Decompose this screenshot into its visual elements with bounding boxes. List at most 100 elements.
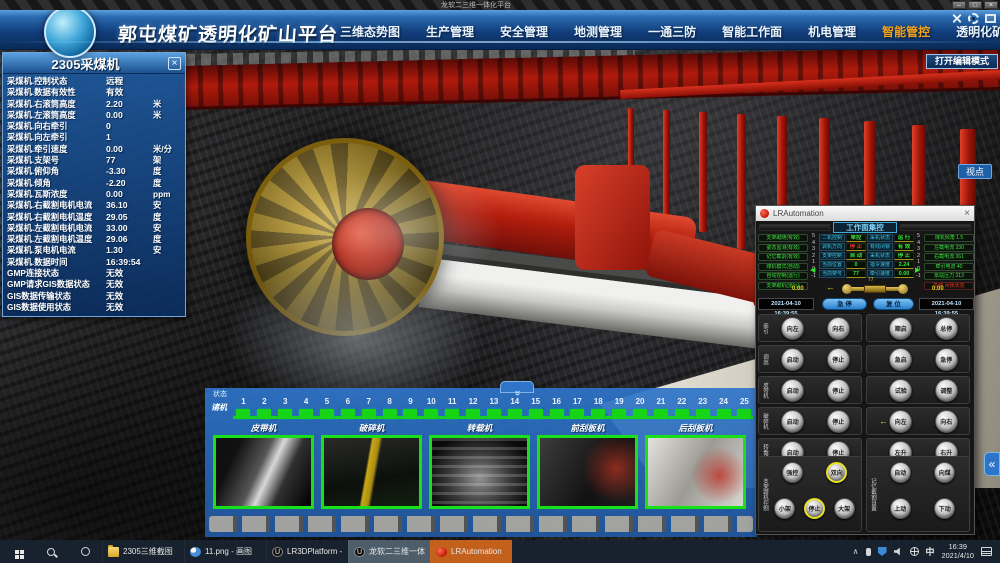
support-cell[interactable]: 12 xyxy=(463,397,484,419)
control-button[interactable]: 顺启 xyxy=(889,317,912,340)
menu-item[interactable]: 生产管理 xyxy=(426,23,474,40)
support-cell[interactable]: 24 xyxy=(713,397,734,419)
viewpoint-tag[interactable]: 视点 xyxy=(958,164,992,179)
tray-expand-icon[interactable]: ∧ xyxy=(853,547,859,556)
control-button[interactable]: 停止 xyxy=(827,348,850,371)
tab-rail xyxy=(759,224,830,231)
support-cell[interactable]: 20 xyxy=(630,397,651,419)
camera-thumbnail[interactable] xyxy=(321,435,422,509)
support-cell[interactable]: 17 xyxy=(567,397,588,419)
control-button[interactable]: 总停 xyxy=(935,317,958,340)
lrautomation-window: LRAutomation × 工作面集控 支架跟随(有效) 姿态监测(有效) 记… xyxy=(755,205,975,535)
control-button[interactable]: 调整 xyxy=(935,379,958,402)
support-cell[interactable]: 2 xyxy=(254,397,275,419)
support-cell[interactable]: 16 xyxy=(546,397,567,419)
support-cell[interactable]: 8 xyxy=(379,397,400,419)
control-button[interactable]: 大架 xyxy=(834,498,855,519)
open-edit-mode-button[interactable]: 打开编辑模式 xyxy=(926,54,998,69)
control-button[interactable]: 上动 xyxy=(890,498,911,519)
speaker-icon[interactable] xyxy=(894,548,903,556)
control-button[interactable]: 向左 xyxy=(889,410,912,433)
menu-item[interactable]: 透明化矿山 xyxy=(956,23,1000,40)
support-cell[interactable]: 22 xyxy=(671,397,692,419)
clock[interactable]: 16:39 2021/4/10 xyxy=(942,543,974,560)
support-cell[interactable]: 23 xyxy=(692,397,713,419)
notification-center-icon[interactable] xyxy=(981,547,992,556)
support-cell[interactable]: 10 xyxy=(421,397,442,419)
control-button[interactable]: 强控 xyxy=(782,462,803,483)
menu-item[interactable]: 一通三防 xyxy=(648,23,696,40)
lr-titlebar[interactable]: LRAutomation × xyxy=(756,206,974,221)
support-cell[interactable]: 21 xyxy=(651,397,672,419)
chevron-down-icon[interactable]: » xyxy=(500,381,534,393)
menu-item[interactable]: 安全管理 xyxy=(500,23,548,40)
control-button[interactable]: 启动 xyxy=(781,348,804,371)
taskbar-app-button[interactable]: 龙软二三维一体化... xyxy=(348,540,430,563)
tab-workface-control[interactable]: 工作面集控 xyxy=(833,222,897,233)
cortana-button[interactable] xyxy=(68,540,102,563)
camera-thumbnail[interactable] xyxy=(645,435,746,509)
control-button[interactable]: 向右 xyxy=(935,410,958,433)
camera-thumbnail[interactable] xyxy=(537,435,638,509)
menu-item[interactable]: 三维态势图 xyxy=(340,23,400,40)
lr-close-icon[interactable]: × xyxy=(964,209,970,219)
control-button[interactable]: 向煤 xyxy=(934,462,955,483)
menu-item[interactable]: 地测管理 xyxy=(574,23,622,40)
taskbar-app-button[interactable]: LR3DPlatform - U... xyxy=(266,540,348,563)
support-cell[interactable]: 11 xyxy=(442,397,463,419)
support-cell[interactable]: 14 xyxy=(504,397,525,419)
support-cell[interactable]: 7 xyxy=(358,397,379,419)
reset-button[interactable]: 复 位 xyxy=(873,298,914,310)
fullscreen-icon[interactable] xyxy=(985,14,996,23)
control-button[interactable]: 双向 xyxy=(826,462,847,483)
control-button[interactable]: 试验 xyxy=(889,379,912,402)
support-cell[interactable]: 1 xyxy=(233,397,254,419)
control-button[interactable]: 启动 xyxy=(781,379,804,402)
input-language-indicator[interactable]: 中 xyxy=(926,545,935,558)
support-cell[interactable]: 6 xyxy=(337,397,358,419)
close-button[interactable]: × xyxy=(984,1,998,9)
control-button[interactable]: 向左 xyxy=(781,317,804,340)
taskbar-app-button[interactable]: LRAutomation xyxy=(430,540,512,563)
taskbar-app-button[interactable]: 11.png - 画图 xyxy=(184,540,266,563)
menu-item[interactable]: 智能管控 xyxy=(882,23,930,40)
control-button[interactable]: 向右 xyxy=(827,317,850,340)
control-button[interactable]: 急启 xyxy=(889,348,912,371)
tools-icon[interactable] xyxy=(951,13,962,24)
defender-shield-icon[interactable] xyxy=(878,547,887,556)
minimize-button[interactable]: – xyxy=(952,1,966,9)
control-button[interactable]: 小架 xyxy=(774,498,795,519)
network-icon[interactable] xyxy=(910,547,919,556)
panel-close-icon[interactable]: × xyxy=(168,57,181,70)
control-button[interactable]: 启动 xyxy=(781,410,804,433)
taskbar-app-button[interactable]: 2305三维截图 xyxy=(102,540,184,563)
microphone-icon[interactable] xyxy=(866,548,871,556)
search-button[interactable] xyxy=(34,540,68,563)
menu-item[interactable]: 智能工作面 xyxy=(722,23,782,40)
support-cell[interactable]: 18 xyxy=(588,397,609,419)
support-cell[interactable]: 13 xyxy=(484,397,505,419)
support-cell[interactable]: 15 xyxy=(525,397,546,419)
control-button[interactable]: 下动 xyxy=(934,498,955,519)
data-label: 采煤机.左截割电机电流 xyxy=(7,223,106,234)
control-button[interactable]: 自动 xyxy=(890,462,911,483)
support-cell[interactable]: 9 xyxy=(400,397,421,419)
menu-item[interactable]: 机电管理 xyxy=(808,23,856,40)
support-cell[interactable]: 3 xyxy=(275,397,296,419)
support-cell[interactable]: 19 xyxy=(609,397,630,419)
camera-thumbnail[interactable] xyxy=(213,435,314,509)
control-button[interactable]: 停止 xyxy=(827,410,850,433)
support-cell[interactable]: 25 xyxy=(734,397,755,419)
start-button[interactable] xyxy=(0,540,34,563)
support-cell[interactable]: 4 xyxy=(296,397,317,419)
control-button[interactable]: 急停 xyxy=(935,348,958,371)
control-button[interactable]: 停止 xyxy=(827,379,850,402)
maximize-button[interactable]: □ xyxy=(968,1,982,9)
collapse-panel-button[interactable]: « xyxy=(984,452,1000,476)
camera-thumbnail[interactable] xyxy=(429,435,530,509)
support-cell[interactable]: 5 xyxy=(317,397,338,419)
estop-button[interactable]: 急 停 xyxy=(822,298,867,310)
control-button[interactable]: 停止 xyxy=(804,498,825,519)
app-icon xyxy=(108,547,119,557)
gear-icon[interactable] xyxy=(968,13,979,24)
